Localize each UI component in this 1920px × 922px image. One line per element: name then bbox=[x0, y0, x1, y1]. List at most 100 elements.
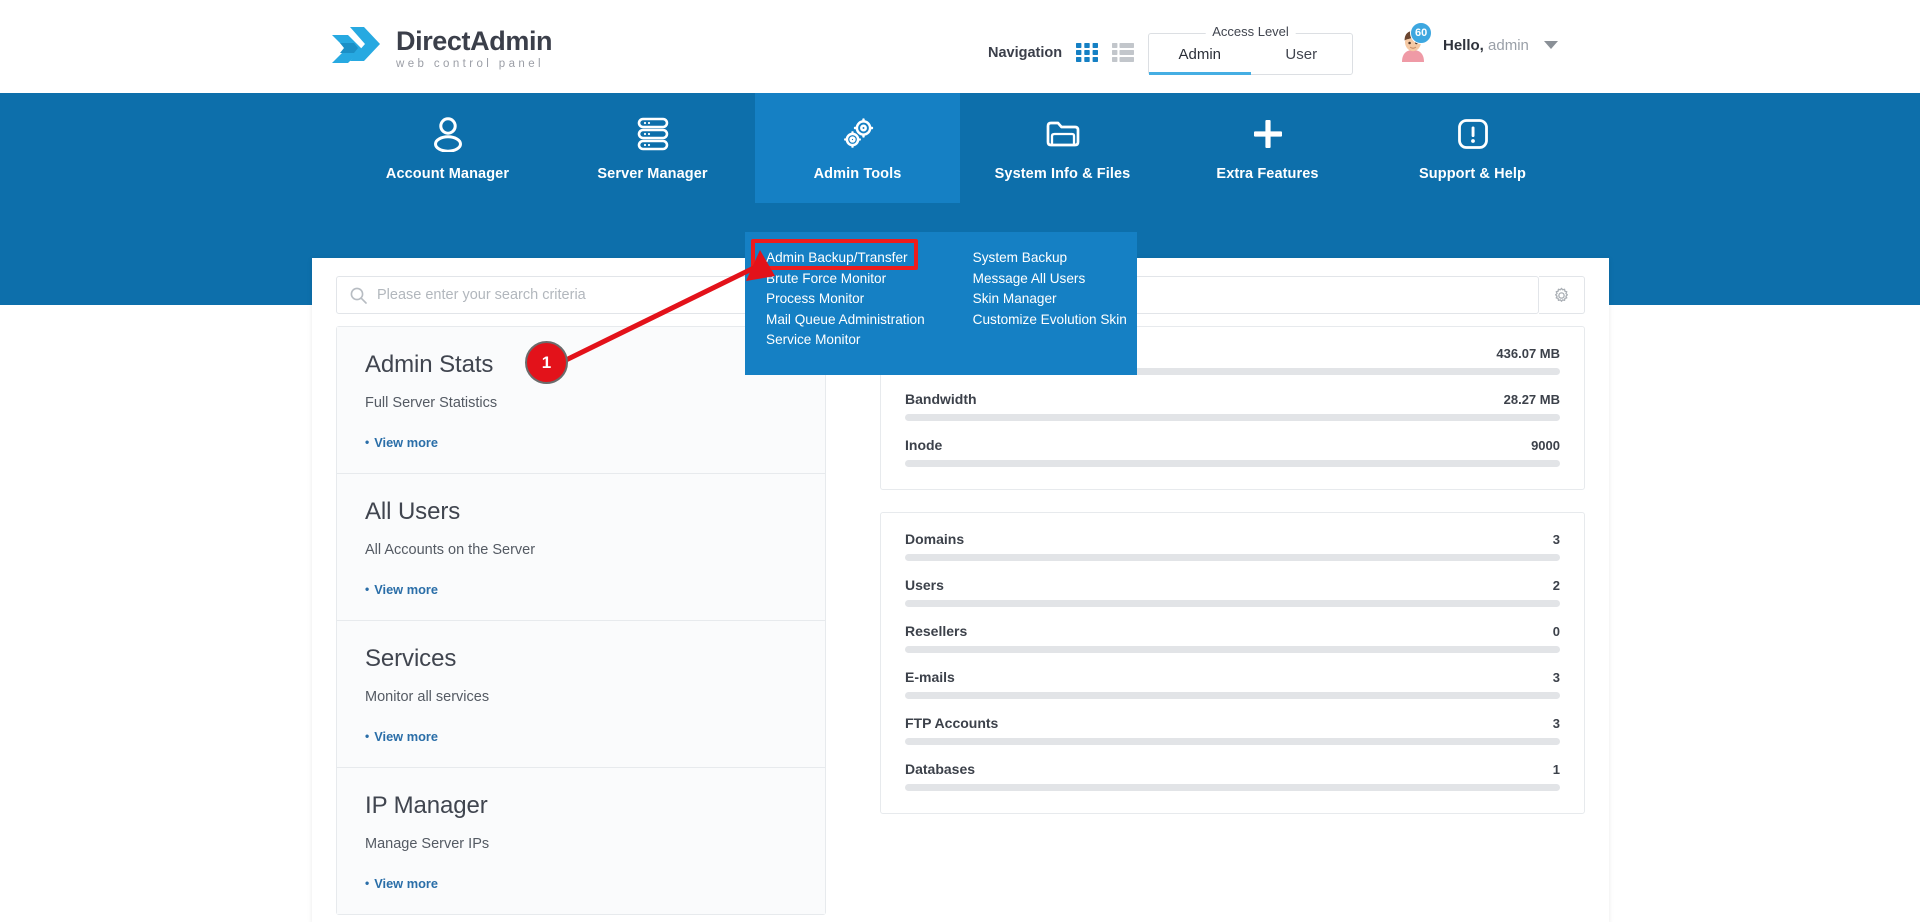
access-level-switcher: Access Level Admin User bbox=[1148, 24, 1353, 75]
gear-icon bbox=[1554, 287, 1569, 302]
stat-name: E-mails bbox=[905, 669, 955, 685]
stat-name: Bandwidth bbox=[905, 391, 977, 407]
stat-progress-bar bbox=[905, 554, 1560, 561]
chevron-down-icon[interactable] bbox=[1543, 41, 1558, 49]
stat-value: 28.27 MB bbox=[1503, 392, 1560, 407]
directadmin-dashboard: DirectAdmin web control panel Navigation bbox=[0, 0, 1920, 922]
nav-label: Account Manager bbox=[385, 165, 510, 182]
stat-progress-bar bbox=[905, 414, 1560, 421]
access-tab-user[interactable]: User bbox=[1251, 34, 1353, 74]
stat-progress-bar bbox=[905, 460, 1560, 467]
list-view-icon[interactable] bbox=[1112, 43, 1135, 62]
exclamation-box-icon bbox=[1456, 115, 1490, 153]
view-more-link[interactable]: • View more bbox=[365, 729, 438, 744]
stat-value: 436.07 MB bbox=[1496, 346, 1560, 361]
stat-name: Resellers bbox=[905, 623, 968, 639]
stat-row: Users 2 bbox=[905, 577, 1560, 607]
stat-name: FTP Accounts bbox=[905, 715, 999, 731]
menu-item-brute-force-monitor[interactable]: Brute Force Monitor bbox=[764, 269, 927, 290]
stat-row: Domains 3 bbox=[905, 531, 1560, 561]
nav-label: Support & Help bbox=[1419, 165, 1526, 182]
server-stack-icon bbox=[636, 115, 670, 153]
stat-name: Inode bbox=[905, 437, 943, 453]
nav-item-extra-features[interactable]: Extra Features bbox=[1165, 93, 1370, 203]
grid-view-icon[interactable] bbox=[1076, 43, 1099, 62]
stat-progress-bar bbox=[905, 600, 1560, 607]
nav-label: Admin Tools bbox=[813, 165, 902, 182]
search-settings-button[interactable] bbox=[1539, 276, 1585, 314]
stat-row: Databases 1 bbox=[905, 761, 1560, 791]
menu-item-skin-manager[interactable]: Skin Manager bbox=[971, 289, 1129, 310]
directadmin-logo-icon bbox=[332, 27, 380, 63]
menu-item-system-backup[interactable]: System Backup bbox=[971, 248, 1129, 269]
stat-row: Bandwidth 28.27 MB bbox=[905, 391, 1560, 421]
widget-description: Monitor all services bbox=[365, 689, 490, 705]
avatar[interactable]: 60 bbox=[1396, 22, 1433, 62]
greeting-hello: Hello, bbox=[1443, 36, 1484, 54]
nav-item-server-manager[interactable]: Server Manager bbox=[550, 93, 755, 203]
menu-item-mail-queue-administration[interactable]: Mail Queue Administration bbox=[764, 310, 927, 331]
admin-tools-dropdown: Admin Backup/Transfer Brute Force Monito… bbox=[745, 232, 1137, 375]
widget-stack: Admin Stats Full Server Statistics • Vie… bbox=[336, 326, 826, 915]
view-more-label: View more bbox=[374, 434, 438, 450]
nav-label: Extra Features bbox=[1216, 165, 1319, 182]
stat-value: 9000 bbox=[1531, 438, 1560, 453]
nav-item-system-info-files[interactable]: System Info & Files bbox=[960, 93, 1165, 203]
widget-description: Full Server Statistics bbox=[365, 395, 498, 411]
navigation-label: Navigation bbox=[988, 44, 1063, 61]
view-more-link[interactable]: • View more bbox=[365, 876, 438, 891]
bullet-icon: • bbox=[365, 876, 370, 890]
greeting-username: admin bbox=[1488, 36, 1529, 54]
logo-title-bold: Direct bbox=[396, 25, 471, 56]
directadmin-logo[interactable]: DirectAdmin web control panel bbox=[330, 25, 553, 73]
search-icon bbox=[350, 287, 367, 304]
bullet-icon: • bbox=[365, 582, 370, 596]
navigation-view-toggle: Navigation bbox=[988, 43, 1135, 62]
widget-title: All Users bbox=[365, 498, 461, 525]
menu-item-process-monitor[interactable]: Process Monitor bbox=[764, 289, 927, 310]
widget-description: Manage Server IPs bbox=[365, 836, 490, 852]
dropdown-column-2: System Backup Message All Users Skin Man… bbox=[927, 248, 1129, 375]
counts-panel: Domains 3 Users 2 Resellers 0 E-mails 3 … bbox=[880, 512, 1585, 814]
gears-icon bbox=[840, 115, 876, 153]
stats-column: Disk Space 436.07 MB Bandwidth 28.27 MB bbox=[880, 326, 1585, 836]
dropdown-column-1: Admin Backup/Transfer Brute Force Monito… bbox=[745, 248, 927, 375]
stat-name: Databases bbox=[905, 761, 976, 777]
nav-item-account-manager[interactable]: Account Manager bbox=[345, 93, 550, 203]
stat-value: 3 bbox=[1552, 716, 1560, 731]
greeting: Hello, admin bbox=[1443, 37, 1529, 54]
main-navigation: Account Manager Server Manager Admin Too… bbox=[0, 93, 1920, 203]
widget-title: Admin Stats bbox=[365, 351, 494, 378]
dashboard-columns: Admin Stats Full Server Statistics • Vie… bbox=[336, 326, 1585, 922]
stat-row: E-mails 3 bbox=[905, 669, 1560, 699]
user-menu[interactable]: 60 Hello, admin bbox=[1396, 22, 1558, 62]
nav-label: System Info & Files bbox=[994, 165, 1131, 182]
folder-icon bbox=[1045, 115, 1081, 153]
top-header: DirectAdmin web control panel Navigation bbox=[0, 0, 1920, 103]
nav-item-support-help[interactable]: Support & Help bbox=[1370, 93, 1575, 203]
menu-item-message-all-users[interactable]: Message All Users bbox=[971, 269, 1129, 290]
view-more-label: View more bbox=[374, 728, 438, 744]
stat-row: Resellers 0 bbox=[905, 623, 1560, 653]
nav-item-admin-tools[interactable]: Admin Tools bbox=[755, 93, 960, 203]
logo-title-light: Admin bbox=[470, 25, 553, 56]
view-more-link[interactable]: • View more bbox=[365, 435, 438, 450]
widget-services: Services Monitor all services • View mor… bbox=[337, 621, 825, 768]
view-more-link[interactable]: • View more bbox=[365, 582, 438, 597]
menu-item-admin-backup-transfer[interactable]: Admin Backup/Transfer bbox=[764, 248, 927, 269]
widget-title: Services bbox=[365, 645, 457, 672]
stat-progress-bar bbox=[905, 738, 1560, 745]
stat-row: FTP Accounts 3 bbox=[905, 715, 1560, 745]
widgets-column: Admin Stats Full Server Statistics • Vie… bbox=[336, 326, 826, 922]
stat-value: 1 bbox=[1552, 762, 1560, 777]
menu-item-customize-evolution-skin[interactable]: Customize Evolution Skin bbox=[971, 310, 1129, 331]
access-tab-admin[interactable]: Admin bbox=[1149, 34, 1251, 75]
nav-label: Server Manager bbox=[597, 165, 708, 182]
bullet-icon: • bbox=[365, 435, 370, 449]
bullet-icon: • bbox=[365, 729, 370, 743]
menu-item-service-monitor[interactable]: Service Monitor bbox=[764, 330, 927, 351]
stat-value: 3 bbox=[1552, 532, 1560, 547]
view-more-label: View more bbox=[374, 581, 438, 597]
logo-subtitle: web control panel bbox=[396, 57, 544, 70]
stat-progress-bar bbox=[905, 784, 1560, 791]
